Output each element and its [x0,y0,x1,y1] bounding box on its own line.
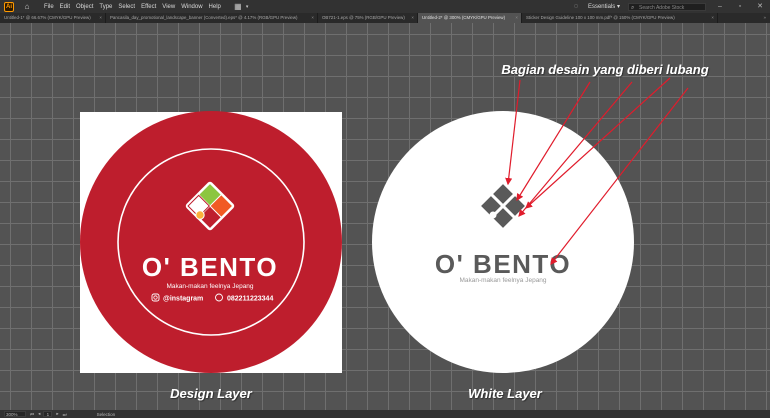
design-red-circle[interactable] [80,111,342,373]
white-layer-label: White Layer [468,386,543,401]
tagline-text: Makan-makan feelnya Jepang [166,283,253,290]
artwork-layer: O' BENTO Makan-makan feelnya Jepang @ins… [80,62,709,401]
prev-page-icon[interactable]: ◂ [38,411,40,417]
status-bar: 300% ⏮ ◂ 1 ▸ ⏭ Selection [0,410,770,418]
annotation-text: Bagian desain yang diberi lubang [501,62,708,77]
white-brand-name-text: O' BENTO [435,249,571,279]
last-page-icon[interactable]: ⏭ [63,412,67,417]
design-layer-label: Design Layer [170,386,253,401]
phone-number: 082211223344 [227,296,273,303]
white-layer-circle[interactable] [372,111,634,373]
status-mode: Selection [96,411,116,417]
first-page-icon[interactable]: ⏮ [30,412,34,417]
brand-name-text: O' BENTO [142,252,278,282]
next-page-icon[interactable]: ▸ [56,411,58,417]
white-tagline-text: Makan-makan feelnya Jepang [459,277,546,284]
page-field[interactable]: 1 [43,411,53,417]
instagram-handle: @instagram [163,296,203,303]
zoom-field[interactable]: 300% [4,411,26,417]
